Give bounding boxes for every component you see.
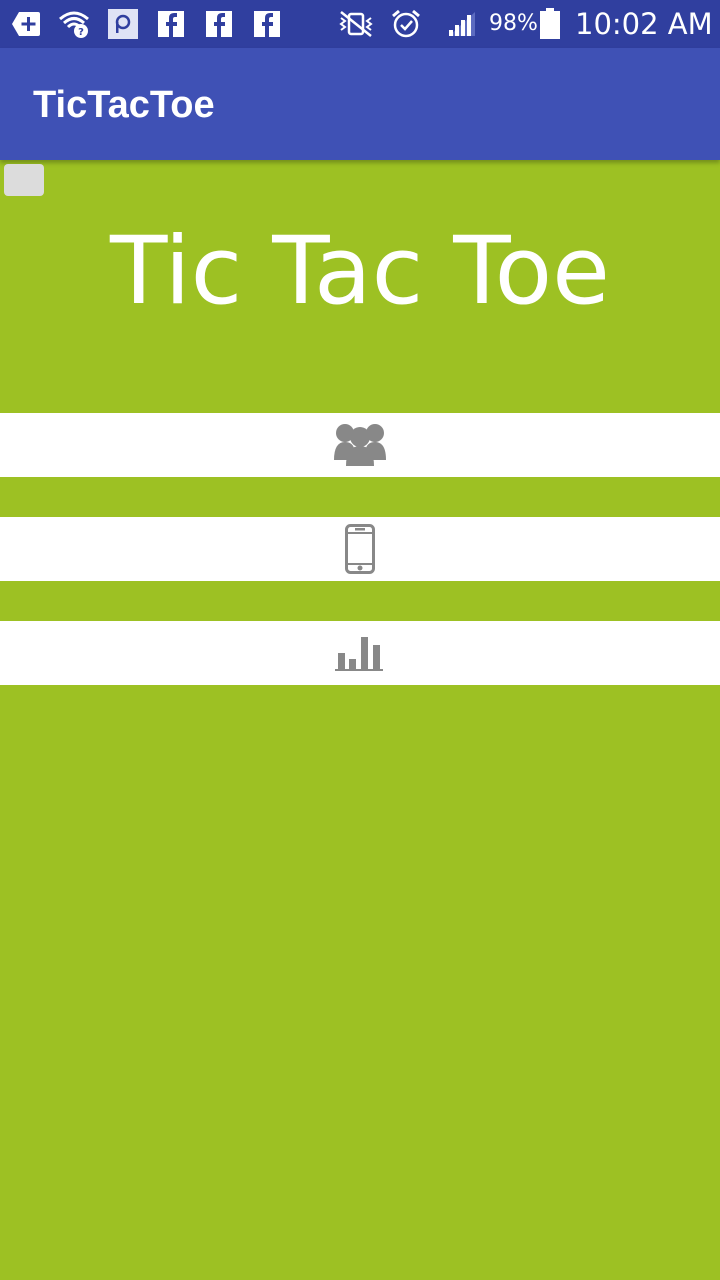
app-title: TicTacToe bbox=[33, 84, 215, 126]
two-player-button[interactable] bbox=[0, 413, 720, 477]
facebook-icon bbox=[203, 8, 235, 40]
app-bar: TicTacToe bbox=[0, 48, 720, 160]
facebook-icon bbox=[251, 8, 283, 40]
single-player-button[interactable] bbox=[0, 517, 720, 581]
add-box-icon bbox=[10, 8, 42, 40]
battery-icon bbox=[536, 8, 564, 40]
corner-button[interactable] bbox=[4, 164, 44, 196]
clock: 10:02 AM bbox=[575, 7, 713, 41]
svg-text:?: ? bbox=[78, 27, 84, 38]
alarm-icon bbox=[390, 8, 422, 40]
battery-percent: 98% bbox=[489, 11, 538, 36]
two-players-icon bbox=[334, 422, 386, 468]
game-title: Tic Tac Toe bbox=[109, 217, 611, 326]
statistics-button[interactable] bbox=[0, 621, 720, 685]
wifi-unknown-icon: ? bbox=[58, 8, 90, 40]
signal-icon bbox=[446, 8, 478, 40]
status-bar: ? 98% 10:02 AM bbox=[0, 0, 720, 48]
smartphone-icon bbox=[345, 524, 375, 574]
vibrate-mute-icon bbox=[336, 8, 376, 40]
bar-chart-icon bbox=[335, 633, 385, 673]
picsart-icon bbox=[107, 8, 139, 40]
facebook-icon bbox=[155, 8, 187, 40]
